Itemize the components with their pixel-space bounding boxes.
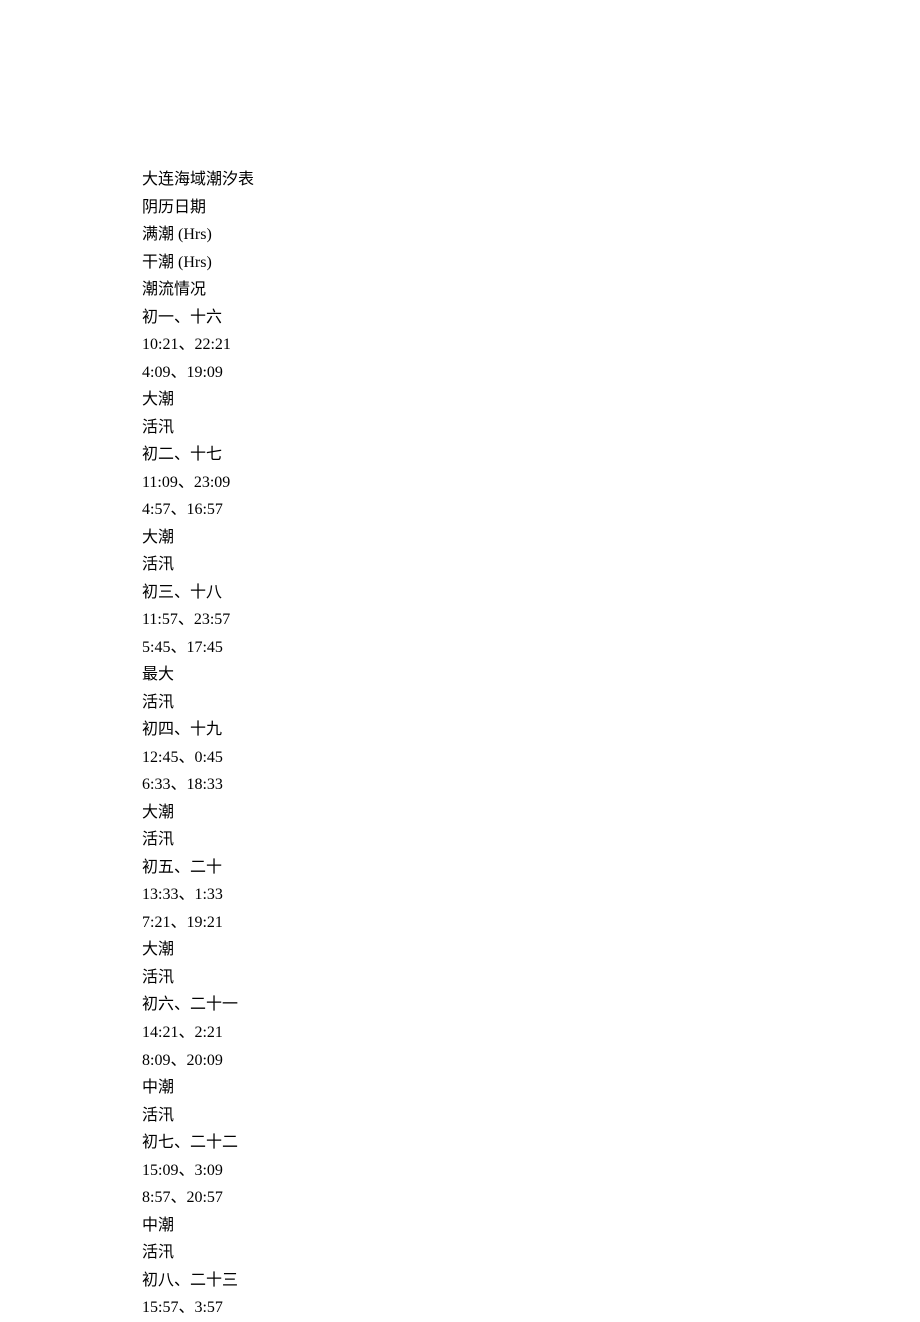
text-line: 4:57、16:57 [142,496,920,524]
text-line: 最大 [142,661,920,689]
text-line: 活汛 [142,689,920,717]
text-line: 10:21、22:21 [142,331,920,359]
text-line: 初五、二十 [142,854,920,882]
text-line: 6:33、18:33 [142,771,920,799]
text-line: 活汛 [142,414,920,442]
text-line: 4:09、19:09 [142,359,920,387]
text-line: 大连海域潮汐表 [142,166,920,194]
text-line: 14:21、2:21 [142,1019,920,1047]
text-line: 活汛 [142,1102,920,1130]
text-line: 大潮 [142,799,920,827]
text-line: 活汛 [142,964,920,992]
text-line: 13:33、1:33 [142,881,920,909]
text-line: 潮流情况 [142,276,920,304]
text-line: 初一、十六 [142,304,920,332]
text-line: 5:45、17:45 [142,634,920,662]
text-line: 活汛 [142,551,920,579]
text-line: 8:57、20:57 [142,1184,920,1212]
text-line: 大潮 [142,386,920,414]
text-line: 初二、十七 [142,441,920,469]
text-line: 8:09、20:09 [142,1047,920,1075]
text-line: 15:09、3:09 [142,1157,920,1185]
text-line: 7:21、19:21 [142,909,920,937]
text-line: 初四、十九 [142,716,920,744]
text-line: 12:45、0:45 [142,744,920,772]
text-line: 初六、二十一 [142,991,920,1019]
text-line: 初七、二十二 [142,1129,920,1157]
text-line: 中潮 [142,1074,920,1102]
text-line: 大潮 [142,524,920,552]
text-line: 干潮 (Hrs) [142,249,920,277]
text-line: 中潮 [142,1212,920,1240]
tide-table-text: 大连海域潮汐表阴历日期满潮 (Hrs)干潮 (Hrs)潮流情况初一、十六10:2… [142,166,920,1322]
text-line: 活汛 [142,826,920,854]
text-line: 活汛 [142,1239,920,1267]
text-line: 阴历日期 [142,194,920,222]
text-line: 11:57、23:57 [142,606,920,634]
text-line: 11:09、23:09 [142,469,920,497]
text-line: 15:57、3:57 [142,1294,920,1322]
text-line: 满潮 (Hrs) [142,221,920,249]
text-line: 初三、十八 [142,579,920,607]
text-line: 大潮 [142,936,920,964]
text-line: 初八、二十三 [142,1267,920,1295]
